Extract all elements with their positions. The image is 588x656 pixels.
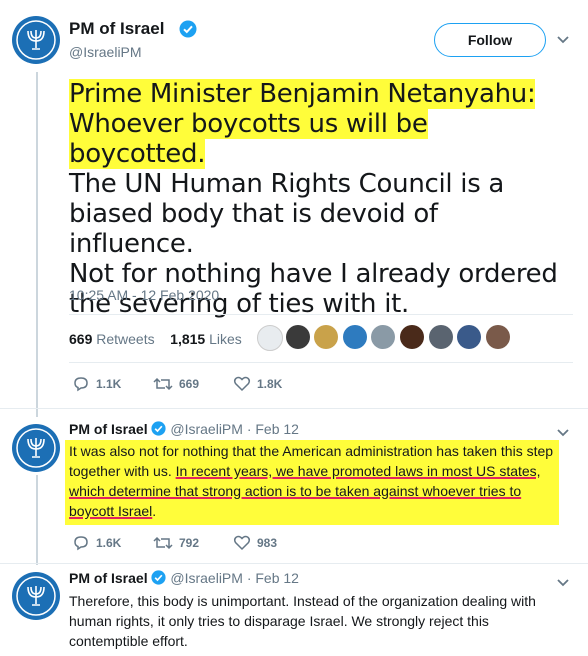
author-handle[interactable]: @IsraeliPM [69, 44, 142, 60]
author-handle[interactable]: @IsraeliPM [170, 570, 243, 586]
liker-avatar[interactable] [429, 325, 453, 349]
reply-icon [74, 377, 88, 392]
reply-button[interactable]: 1.1K [72, 375, 121, 393]
likes-count[interactable]: 1,815 [170, 331, 205, 347]
liker-avatar[interactable] [343, 325, 367, 349]
like-count: 1.8K [257, 377, 283, 391]
reply-text: It was also not for nothing that the Ame… [65, 440, 559, 525]
menorah-icon [16, 576, 56, 616]
avatar[interactable] [12, 572, 60, 620]
menorah-icon [16, 20, 56, 60]
retweet-count: 669 [179, 377, 200, 391]
divider [0, 408, 588, 409]
likes-label[interactable]: Likes [209, 331, 242, 347]
reply-header: PM of Israel @IsraeliPM · Feb 12 [69, 570, 299, 588]
liker-avatar[interactable] [314, 325, 338, 349]
liker-avatar[interactable] [286, 325, 310, 349]
retweet-button[interactable]: 792 [153, 534, 199, 552]
tweet-date[interactable]: · Feb 12 [247, 421, 299, 437]
reply-header: PM of Israel @IsraeliPM · Feb 12 [69, 421, 299, 439]
thread-line [36, 475, 38, 565]
tweet-text: Prime Minister Benjamin Netanyahu: Whoev… [69, 79, 569, 319]
author-handle[interactable]: @IsraeliPM [170, 421, 243, 437]
heart-icon [233, 535, 251, 551]
tweet-timestamp[interactable]: 10:25 AM - 12 Feb 2020 [69, 287, 219, 303]
retweet-button[interactable]: 669 [153, 375, 199, 393]
liker-avatar[interactable] [457, 325, 481, 349]
reply-button[interactable]: 1.6K [72, 534, 121, 552]
liker-avatar[interactable] [486, 325, 510, 349]
divider [0, 563, 588, 564]
follow-button[interactable]: Follow [434, 23, 546, 57]
like-count: 983 [257, 536, 278, 550]
reply-count: 1.6K [96, 536, 122, 550]
tweet-text-line: Not for nothing have I already ordered [69, 259, 558, 289]
reply-text-end: . [152, 503, 157, 519]
avatar[interactable] [12, 424, 60, 472]
verified-badge-icon [179, 20, 197, 43]
author-name[interactable]: PM of Israel [69, 570, 148, 586]
tweet-text-line: The UN Human Rights Council is a [69, 169, 505, 199]
divider [69, 362, 573, 363]
like-button[interactable]: 1.8K [233, 375, 282, 393]
reply-text: Therefore, this body is unimportant. Ins… [69, 593, 536, 649]
retweet-count: 792 [179, 536, 200, 550]
liker-avatar[interactable] [400, 325, 424, 349]
liker-avatar[interactable] [257, 325, 283, 351]
tweet-text-line: biased body that is devoid of influence. [69, 199, 438, 259]
tweet-text-highlight: Prime Minister Benjamin Netanyahu: [69, 79, 536, 109]
chevron-down-icon[interactable] [556, 32, 570, 50]
divider [69, 314, 573, 315]
chevron-down-icon[interactable] [556, 575, 570, 593]
retweet-icon [153, 536, 173, 550]
thread-line [36, 72, 38, 417]
tweet-stats: 669 Retweets 1,815 Likes [69, 331, 242, 347]
reply-icon [74, 536, 88, 551]
tweet-date[interactable]: · Feb 12 [247, 570, 299, 586]
verified-badge-icon [151, 570, 167, 588]
menorah-icon [16, 428, 56, 468]
retweets-count[interactable]: 669 [69, 331, 92, 347]
author-name[interactable]: PM of Israel [69, 421, 148, 437]
verified-badge-icon [151, 421, 167, 439]
like-button[interactable]: 983 [233, 534, 277, 552]
heart-icon [233, 376, 251, 392]
author-name[interactable]: PM of Israel [69, 19, 164, 39]
liker-avatar[interactable] [371, 325, 395, 349]
reply-count: 1.1K [96, 377, 122, 391]
retweet-icon [153, 377, 173, 391]
avatar[interactable] [12, 16, 60, 64]
tweet-text-highlight: Whoever boycotts us will be boycotted. [69, 109, 428, 169]
retweets-label[interactable]: Retweets [96, 331, 154, 347]
